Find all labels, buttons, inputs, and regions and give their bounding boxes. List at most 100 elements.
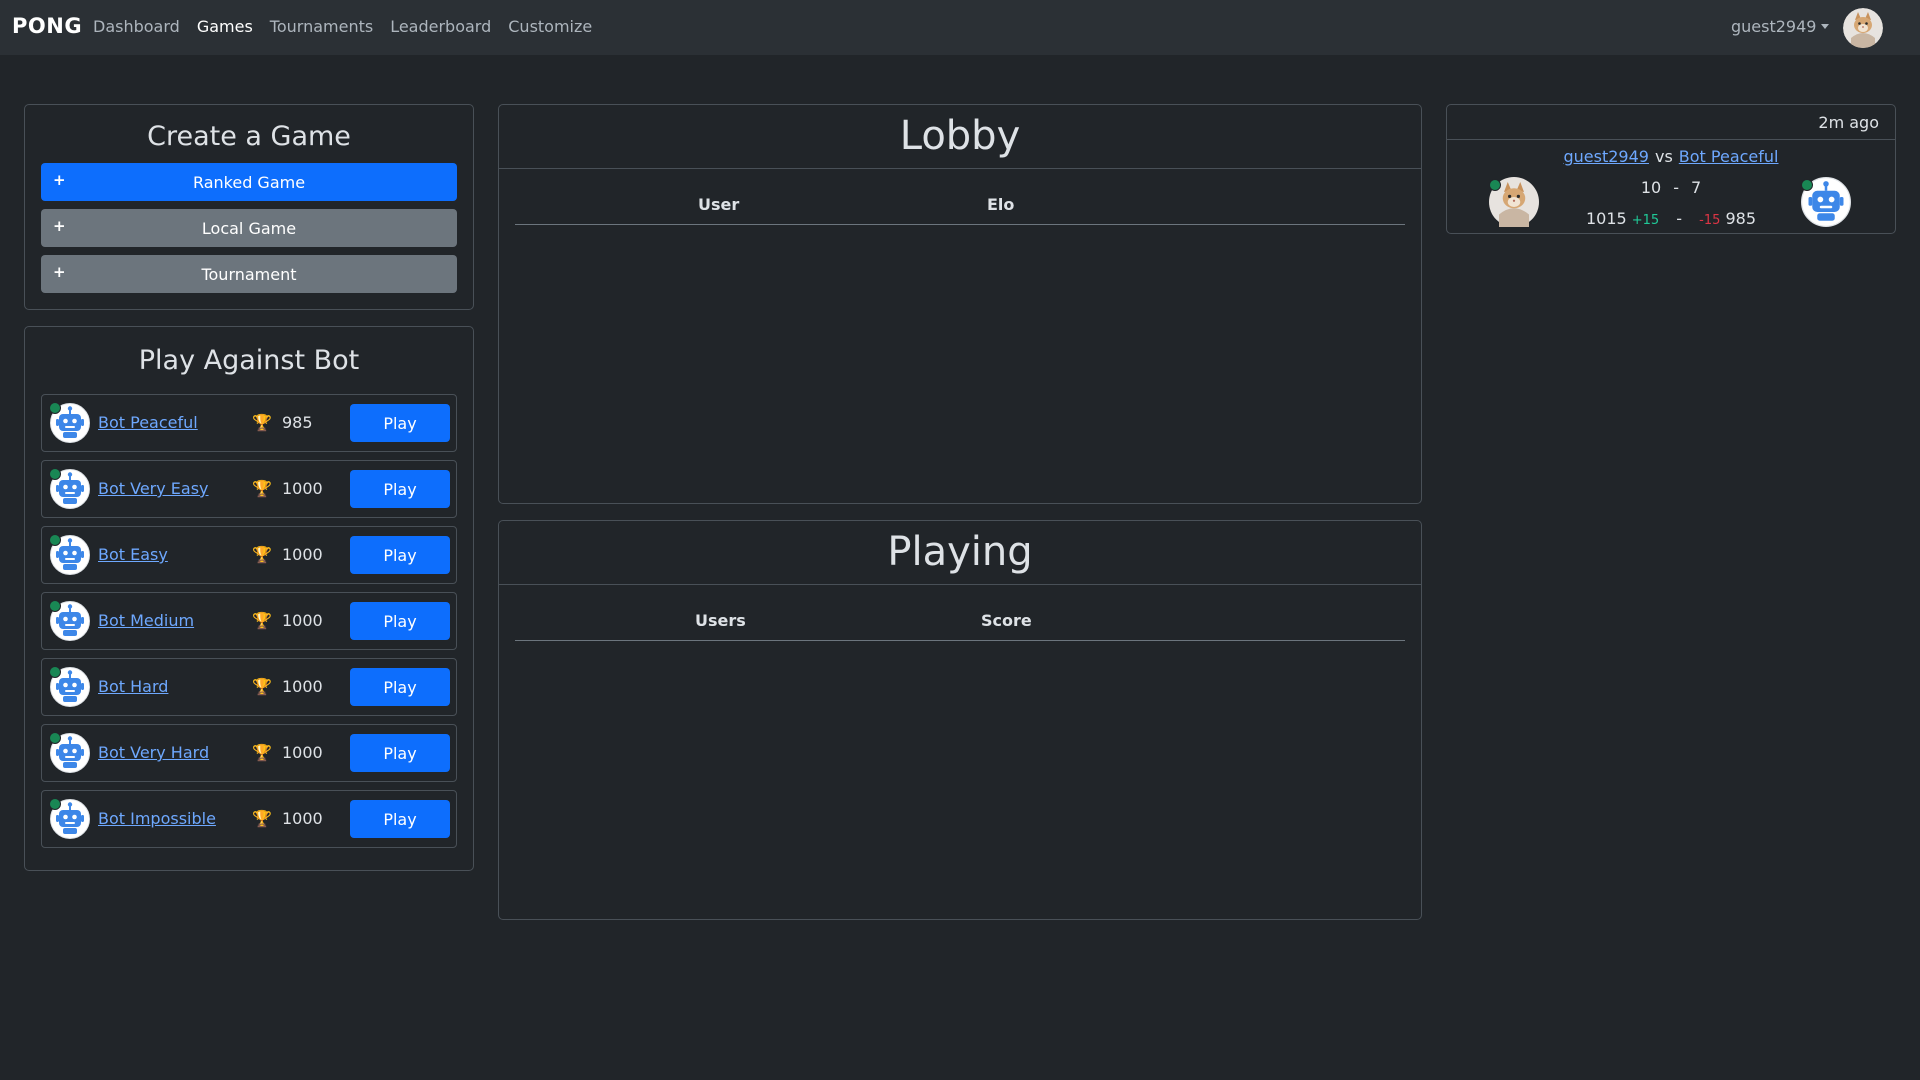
column-header-score: Score	[981, 611, 1032, 630]
bot-row: Bot Very Easy 🏆 1000 Play	[41, 460, 457, 518]
bot-avatar	[49, 798, 90, 839]
bot-avatar	[49, 534, 90, 575]
match-elo: 1015 +15 - -15 985	[1447, 209, 1895, 228]
bot-name-link[interactable]: Bot Hard	[98, 677, 168, 696]
tournament-label: Tournament	[201, 264, 297, 284]
plus-icon: +	[53, 217, 66, 235]
bot-elo: 985	[282, 413, 313, 432]
trophy-icon: 🏆	[252, 479, 272, 498]
user-avatar[interactable]	[1843, 8, 1883, 48]
bot-avatar	[49, 402, 90, 443]
elo-player1: 1015	[1585, 209, 1627, 228]
vs-label: vs	[1654, 147, 1673, 166]
online-status-icon	[49, 798, 61, 810]
plus-icon: +	[53, 263, 66, 281]
trophy-icon: 🏆	[252, 677, 272, 696]
online-status-icon	[49, 534, 61, 546]
nav-link-tournaments[interactable]: Tournaments	[270, 17, 373, 36]
username-label: guest2949	[1731, 17, 1817, 36]
online-status-icon	[49, 402, 61, 414]
match-score: 10-7	[1447, 178, 1895, 197]
online-status-icon	[49, 732, 61, 744]
ranked-game-button[interactable]: + Ranked Game	[41, 163, 457, 201]
lobby-table-header: User Elo	[515, 195, 1405, 225]
divider	[1447, 139, 1895, 140]
elo-separator: -	[1676, 209, 1683, 228]
online-status-icon	[1801, 179, 1813, 191]
cat-avatar-icon	[1843, 8, 1883, 48]
bot-row: Bot Impossible 🏆 1000 Play	[41, 790, 457, 848]
play-against-bot-title: Play Against Bot	[138, 345, 360, 376]
trophy-icon: 🏆	[252, 743, 272, 762]
bot-row: Bot Peaceful 🏆 985 Play	[41, 394, 457, 452]
trophy-icon: 🏆	[252, 413, 272, 432]
trophy-icon: 🏆	[252, 611, 272, 630]
lobby-title: Lobby	[899, 113, 1021, 159]
bot-name-link[interactable]: Bot Very Hard	[98, 743, 209, 762]
bot-avatar	[49, 732, 90, 773]
bot-row: Bot Very Hard 🏆 1000 Play	[41, 724, 457, 782]
bot-elo: 1000	[282, 677, 323, 696]
playing-title: Playing	[887, 529, 1033, 575]
bot-name-link[interactable]: Bot Very Easy	[98, 479, 209, 498]
bot-name-link[interactable]: Bot Peaceful	[98, 413, 198, 432]
trophy-icon: 🏆	[252, 545, 272, 564]
ranked-game-label: Ranked Game	[192, 172, 306, 192]
nav-link-dashboard[interactable]: Dashboard	[93, 17, 180, 36]
play-button[interactable]: Play	[350, 800, 450, 838]
elo-delta-player1: +15	[1631, 213, 1660, 228]
column-header-elo: Elo	[987, 195, 1015, 214]
nav-link-customize[interactable]: Customize	[508, 17, 592, 36]
bot-elo: 1000	[282, 611, 323, 630]
bot-elo: 1000	[282, 545, 323, 564]
user-menu-dropdown[interactable]: guest2949	[1731, 17, 1830, 36]
play-button[interactable]: Play	[350, 536, 450, 574]
bot-name-link[interactable]: Bot Impossible	[98, 809, 216, 828]
lobby-header: Lobby	[499, 105, 1421, 169]
bot-elo: 1000	[282, 479, 323, 498]
plus-icon: +	[53, 171, 66, 189]
play-button[interactable]: Play	[350, 668, 450, 706]
bot-elo: 1000	[282, 809, 323, 828]
online-status-icon	[1489, 179, 1501, 191]
player1-link[interactable]: guest2949	[1564, 147, 1649, 166]
bot-row: Bot Easy 🏆 1000 Play	[41, 526, 457, 584]
lobby-card: Lobby User Elo	[498, 104, 1422, 504]
column-header-users: Users	[695, 611, 746, 630]
bot-avatar	[49, 600, 90, 641]
nav-link-leaderboard[interactable]: Leaderboard	[390, 17, 491, 36]
playing-header: Playing	[499, 521, 1421, 585]
bot-avatar	[49, 666, 90, 707]
online-status-icon	[49, 666, 61, 678]
online-status-icon	[49, 468, 61, 480]
play-button[interactable]: Play	[350, 404, 450, 442]
match-history-card: 2m ago guest2949 vs Bot Peaceful 10-7 1015…	[1446, 104, 1896, 234]
play-button[interactable]: Play	[350, 734, 450, 772]
play-button[interactable]: Play	[350, 602, 450, 640]
create-game-title: Create a Game	[147, 121, 351, 152]
nav-link-games[interactable]: Games	[197, 17, 253, 36]
top-navbar: PONG Dashboard Games Tournaments Leaderb…	[0, 0, 1920, 55]
match-timestamp: 2m ago	[1818, 113, 1879, 132]
brand-logo[interactable]: PONG	[12, 14, 82, 38]
elo-delta-player2: -15	[1699, 213, 1721, 228]
create-game-card: Create a Game + Ranked Game + Local Game…	[24, 104, 474, 310]
tournament-button[interactable]: + Tournament	[41, 255, 457, 293]
score-player2: 7	[1690, 178, 1702, 197]
play-button[interactable]: Play	[350, 470, 450, 508]
score-separator: -	[1673, 178, 1679, 197]
trophy-icon: 🏆	[252, 809, 272, 828]
playing-table-header: Users Score	[515, 611, 1405, 641]
column-header-user: User	[698, 195, 740, 214]
nav-links: Dashboard Games Tournaments Leaderboard …	[93, 17, 609, 36]
elo-player2: 985	[1725, 209, 1757, 228]
bot-name-link[interactable]: Bot Easy	[98, 545, 168, 564]
match-players: guest2949 vs Bot Peaceful	[1447, 147, 1895, 166]
caret-down-icon	[1821, 24, 1830, 29]
bot-name-link[interactable]: Bot Medium	[98, 611, 194, 630]
player2-link[interactable]: Bot Peaceful	[1679, 147, 1779, 166]
playing-card: Playing Users Score	[498, 520, 1422, 920]
local-game-label: Local Game	[201, 218, 297, 238]
local-game-button[interactable]: + Local Game	[41, 209, 457, 247]
score-player1: 10	[1640, 178, 1662, 197]
